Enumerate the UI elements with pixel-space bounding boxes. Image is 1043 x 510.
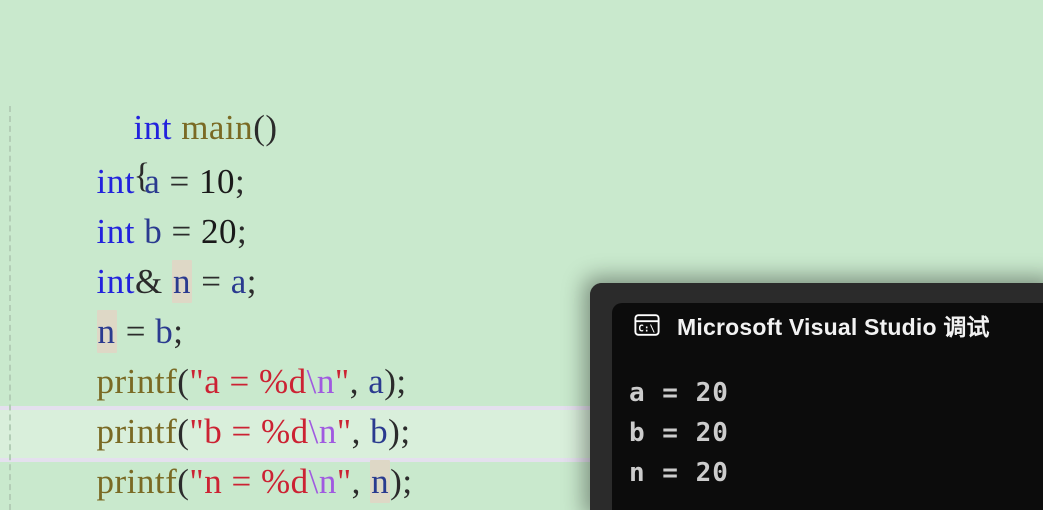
console-output[interactable]: a = 20 b = 20 n = 20 [612,346,1043,510]
code-line[interactable]: int& n = a; [0,210,1043,303]
console-output-line: n = 20 [629,458,729,488]
console-title: Microsoft Visual Studio 调试 [677,313,990,340]
console-tab[interactable]: C:\ Microsoft Visual Studio 调试 [612,303,1043,346]
screenshot-root: int main() { int a = 10; int b = 20; int… [0,0,1043,510]
command-prompt-icon: C:\ [634,313,660,336]
console-output-line: b = 20 [629,418,729,448]
console-output-line: a = 20 [629,378,729,408]
code-line[interactable]: int main() [0,8,1043,147]
code-line[interactable]: int b = 20; [0,160,1043,251]
debug-console-window[interactable]: C:\ Microsoft Visual Studio 调试 a = 20 b … [590,283,1043,510]
code-line[interactable]: { [0,56,1043,195]
svg-text:C:\: C:\ [638,323,655,334]
code-line[interactable]: int a = 10; [0,110,1043,201]
